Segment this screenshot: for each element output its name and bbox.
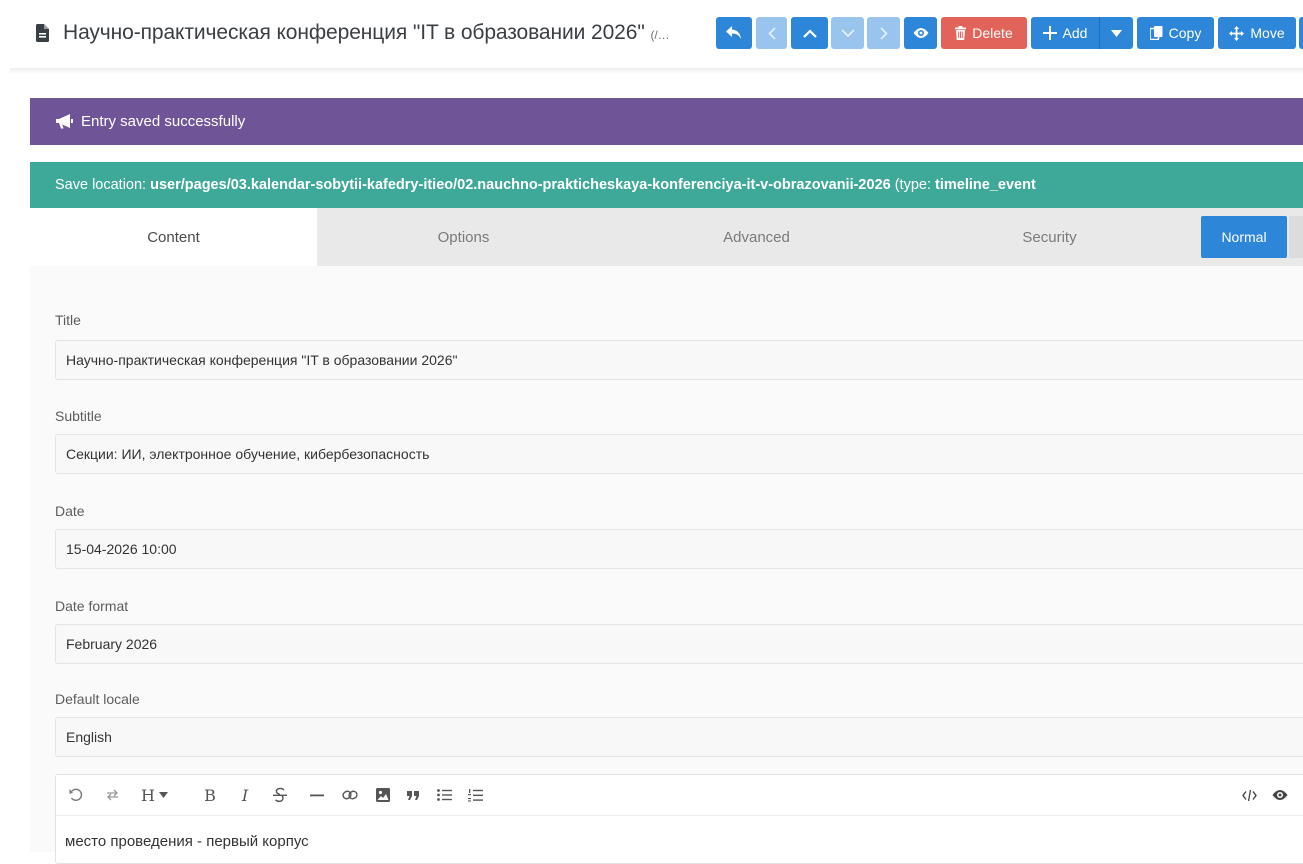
trash-icon — [955, 26, 967, 40]
tab-content-label: Content — [147, 228, 200, 246]
reply-icon — [726, 26, 741, 39]
titlebar-shadow — [10, 68, 1303, 74]
date-format-input[interactable]: February 2026 — [55, 624, 1303, 664]
page-title: Научно-практическая конференция "IT в об… — [63, 21, 670, 45]
document-icon — [36, 24, 49, 42]
date-format-label: Date format — [55, 598, 129, 614]
default-locale-label: Default locale — [55, 691, 140, 707]
alert-text: Entry saved successfully — [81, 113, 246, 130]
subtitle-label: Subtitle — [55, 408, 102, 424]
bold-icon[interactable]: B — [201, 784, 219, 806]
add-dropdown-toggle[interactable] — [1100, 17, 1133, 49]
copy-label: Copy — [1168, 25, 1202, 41]
normal-mode-button[interactable]: Normal — [1201, 216, 1287, 258]
arrows-move-icon — [1229, 25, 1245, 41]
save-location-text: Save location: user/pages/03.kalendar-so… — [55, 177, 1036, 193]
save-location-type-prefix: (type: — [890, 177, 936, 193]
move-down-button[interactable] — [831, 17, 864, 49]
move-up-button[interactable] — [791, 17, 828, 49]
back-button[interactable] — [716, 17, 752, 49]
code-view-icon[interactable] — [1240, 784, 1258, 806]
save-location-info: Save location: user/pages/03.kalendar-so… — [30, 162, 1303, 208]
date-format-input-value: February 2026 — [66, 636, 158, 652]
quote-icon[interactable] — [404, 784, 422, 806]
redo-icon[interactable] — [102, 784, 122, 806]
delete-button[interactable]: Delete — [941, 17, 1027, 49]
default-locale-value: English — [66, 729, 112, 745]
page-title-text: Научно-практическая конференция "IT в об… — [63, 21, 645, 44]
delete-label: Delete — [972, 25, 1013, 41]
link-icon[interactable] — [340, 784, 360, 806]
date-input-value: 15-04-2026 10:00 — [66, 541, 177, 557]
subtitle-input[interactable]: Секции: ИИ, электронное обучение, киберб… — [55, 434, 1303, 474]
image-icon[interactable] — [373, 784, 393, 806]
subtitle-input-value: Секции: ИИ, электронное обучение, киберб… — [66, 446, 430, 462]
copy-icon — [1149, 26, 1163, 40]
expert-mode-button-edge[interactable] — [1289, 216, 1303, 258]
markdown-editor: H B I место проведения - первый корпус — [55, 774, 1303, 864]
horizontal-rule-icon[interactable] — [308, 784, 326, 806]
heading-dropdown-icon[interactable] — [157, 784, 169, 806]
date-label: Date — [55, 503, 85, 519]
titlebar: Научно-практическая конференция "IT в об… — [0, 0, 1303, 74]
add-button[interactable]: Add — [1031, 17, 1099, 49]
title-input[interactable]: Научно-практическая конференция "IT в об… — [55, 340, 1303, 380]
tab-options-label: Options — [437, 228, 490, 246]
tab-advanced-label: Advanced — [723, 228, 790, 246]
plus-icon — [1042, 26, 1057, 40]
page-route: (/… — [650, 28, 670, 42]
tab-advanced[interactable]: Advanced — [610, 208, 903, 266]
move-label: Move — [1250, 25, 1285, 41]
chevron-right-icon — [879, 26, 888, 40]
italic-icon[interactable]: I — [236, 784, 254, 806]
next-button[interactable] — [867, 17, 900, 49]
copy-button[interactable]: Copy — [1137, 17, 1214, 49]
editor-content[interactable]: место проведения - первый корпус — [65, 833, 309, 850]
title-input-value: Научно-практическая конференция "IT в об… — [66, 352, 458, 368]
bullhorn-icon — [56, 114, 73, 129]
add-label: Add — [1062, 25, 1088, 41]
date-input[interactable]: 15-04-2026 10:00 — [55, 529, 1303, 569]
chevron-down-icon — [840, 28, 855, 37]
previous-button[interactable] — [756, 17, 787, 49]
preview-button[interactable] — [904, 17, 937, 49]
eye-icon — [913, 28, 928, 38]
heading-icon[interactable]: H — [138, 784, 158, 806]
strikethrough-icon[interactable] — [271, 784, 289, 806]
tab-security-label: Security — [1022, 228, 1077, 246]
success-alert: Entry saved successfully — [30, 98, 1303, 145]
title-label: Title — [55, 312, 81, 328]
save-location-path: user/pages/03.kalendar-sobytii-kafedry-i… — [150, 177, 891, 193]
editor-toolbar: H B I — [56, 775, 1303, 816]
ordered-list-icon[interactable] — [466, 784, 484, 806]
more-button-edge[interactable] — [1299, 17, 1303, 49]
save-location-type: timeline_event — [935, 177, 1036, 193]
tab-bar: Content Options Advanced Security — [30, 208, 1303, 266]
undo-icon[interactable] — [66, 784, 86, 806]
save-location-prefix: Save location: — [55, 177, 151, 193]
caret-down-icon — [1111, 29, 1122, 37]
normal-mode-label: Normal — [1221, 229, 1267, 245]
preview-icon[interactable] — [1270, 784, 1290, 806]
default-locale-select[interactable]: English — [55, 717, 1303, 757]
unordered-list-icon[interactable] — [435, 784, 453, 806]
tab-security[interactable]: Security — [903, 208, 1196, 266]
tab-options[interactable]: Options — [317, 208, 610, 266]
chevron-up-icon — [802, 28, 817, 38]
tab-content[interactable]: Content — [30, 208, 317, 266]
chevron-left-icon — [767, 26, 776, 40]
move-button[interactable]: Move — [1218, 17, 1296, 49]
